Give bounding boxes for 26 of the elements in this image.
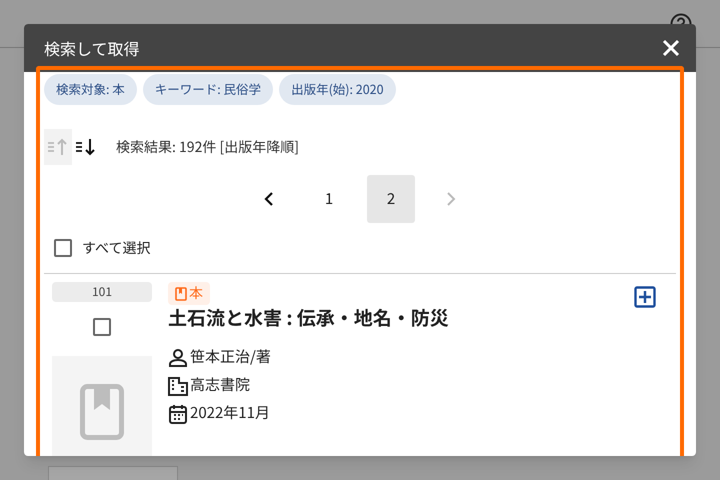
filter-chip: 検索対象: 本 <box>44 74 137 105</box>
checkbox[interactable] <box>54 239 72 257</box>
select-all-label[interactable]: すべて選択 <box>82 238 150 258</box>
result-number: 101 <box>52 282 152 302</box>
book-icon <box>80 384 124 440</box>
publisher-text: 高志書院 <box>190 374 250 397</box>
close-icon[interactable] <box>662 39 680 57</box>
sort-up-icon <box>47 138 69 156</box>
page-button[interactable]: 2 <box>367 175 415 223</box>
author-text: 笹本正治/著 <box>190 346 271 369</box>
result-summary: 検索結果: 192件 [出版年降順] <box>116 136 299 158</box>
checkbox[interactable] <box>93 318 111 336</box>
chevron-right-icon <box>446 192 456 206</box>
dialog-title: 検索して取得 <box>44 36 140 60</box>
book-icon <box>175 286 187 300</box>
filter-chip: 出版年(始): 2020 <box>279 74 396 105</box>
book-title: 土石流と水害 : 伝承・地名・防災 <box>168 304 450 332</box>
calendar-icon <box>168 404 188 424</box>
add-icon[interactable] <box>634 286 656 308</box>
sort-down-icon <box>75 138 97 156</box>
person-icon <box>168 348 188 368</box>
chevron-left-icon <box>264 192 274 206</box>
filter-chip: キーワード: 民俗学 <box>142 74 274 105</box>
type-badge: 本 <box>168 282 210 305</box>
building-icon <box>168 376 188 396</box>
date-text: 2022年11月 <box>190 402 270 425</box>
